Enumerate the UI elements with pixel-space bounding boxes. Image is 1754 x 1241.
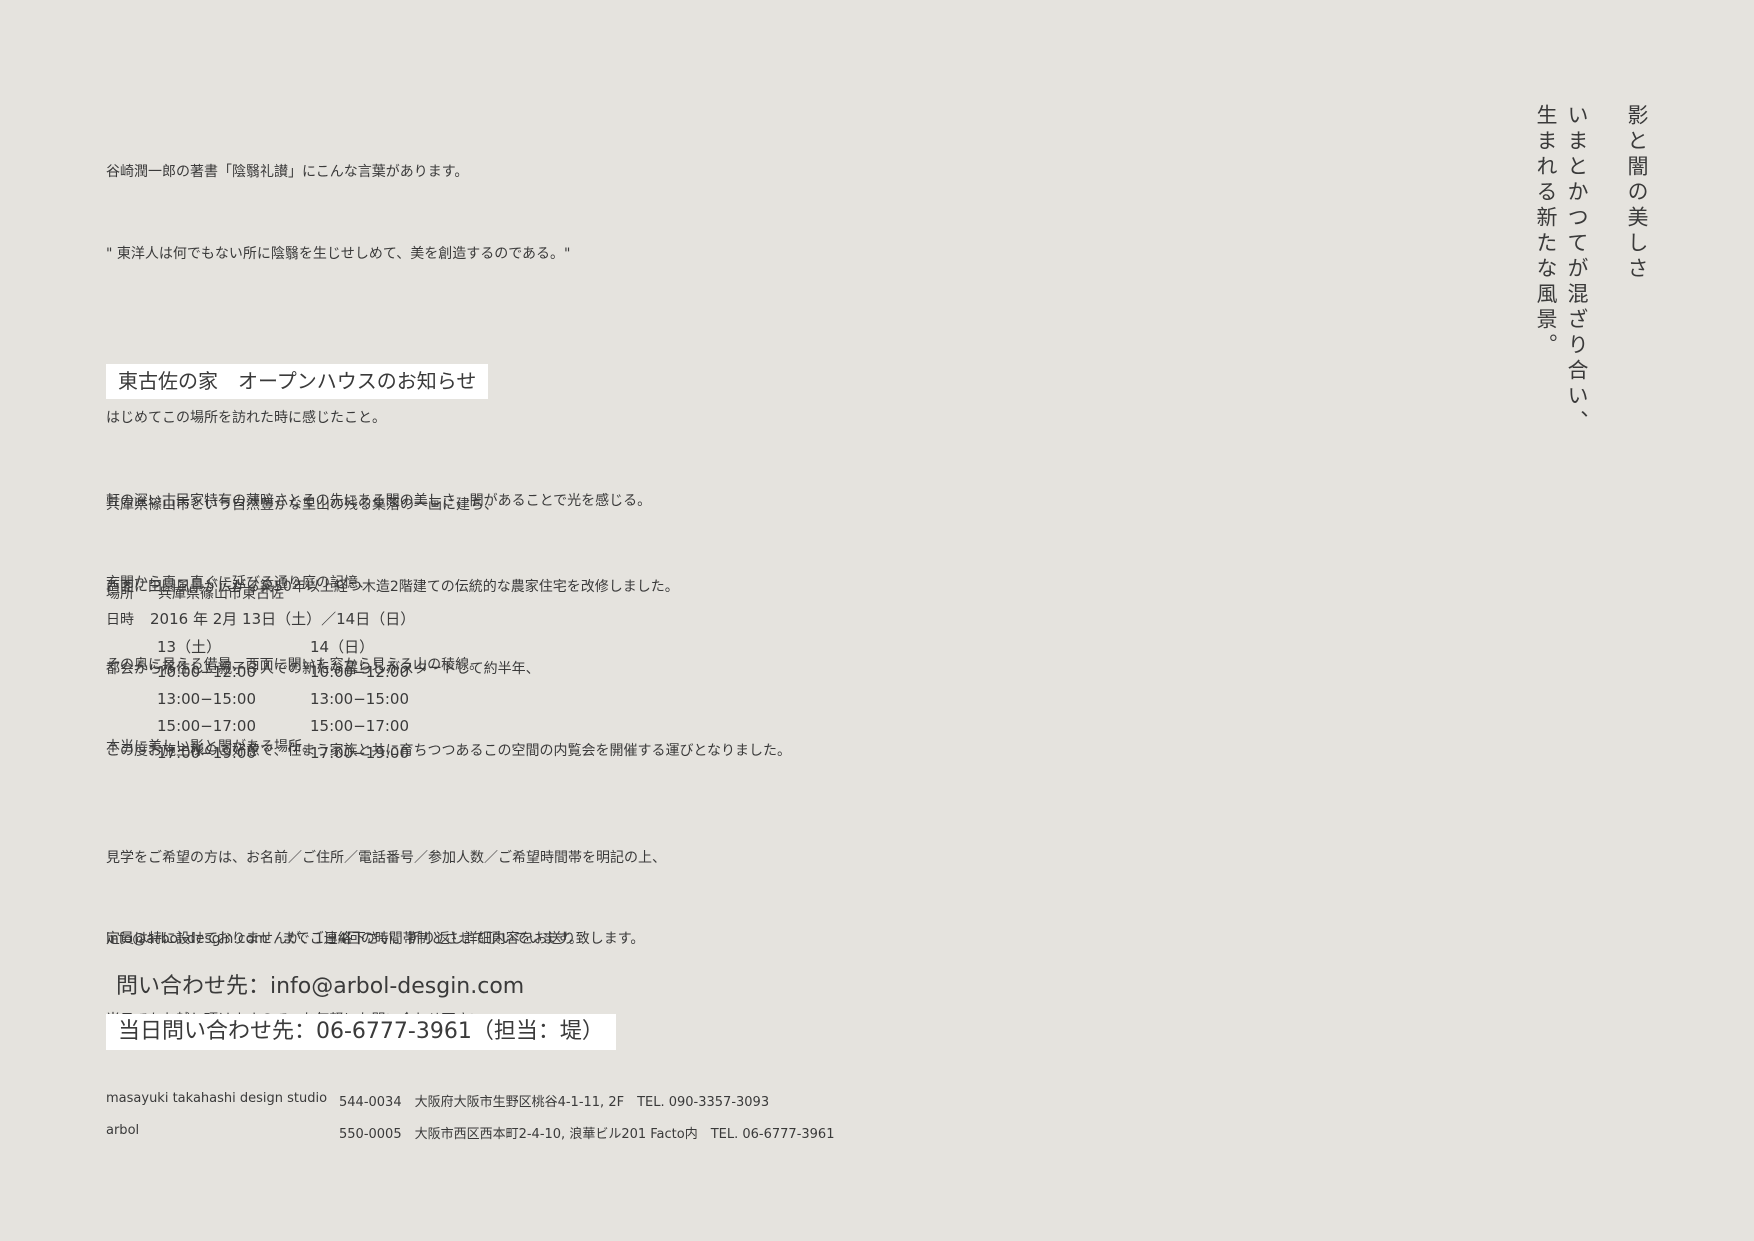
day2-slot: 13:00−15:00: [310, 690, 410, 708]
place-value: 兵庫県篠山市東古佐: [158, 586, 284, 602]
day1-slot: 13:00−15:00: [157, 690, 257, 708]
day1-slot: 10:00−12:00: [157, 663, 257, 681]
intro-line: はじめてこの場所を訪れた時に感じたこと。: [106, 410, 386, 427]
contact-phone: 当日問い合わせ先：06-6777-3961（担当：堤）: [106, 1014, 616, 1050]
footer-studio2-address: 550-0005 大阪市西区西本町2-4-10, 浪華ビル201 Facto内 …: [339, 1127, 835, 1142]
intro-line: [106, 323, 651, 350]
vertical-line2: 生まれる新たな風景。: [1534, 104, 1558, 359]
footer-studio1-address: 544-0034 大阪府大阪市生野区桃谷4-1-11, 2F TEL. 090-…: [339, 1095, 770, 1110]
intro-line: 谷崎潤一郎の著書「陰翳礼讃」にこんな言葉があります。: [106, 163, 469, 180]
place-label: 場所: [106, 586, 134, 602]
day2-slot: 10:00−12:00: [310, 663, 410, 681]
footer-studio1-name: masayuki takahashi design studio: [106, 1091, 328, 1106]
date-value: 2016 年 2月 13日（土）／14日（日）: [150, 610, 416, 628]
day1-header: 13（土）: [157, 638, 222, 656]
intro-line: " 東洋人は何でもない所に陰翳を生じせしめて、美を創造するのである。": [106, 246, 571, 263]
contact-email: 問い合わせ先：info@arbol-desgin.com: [116, 974, 525, 999]
day2-header: 14（日）: [310, 638, 375, 656]
openhouse-heading: 東古佐の家 オープンハウスのお知らせ: [106, 364, 489, 399]
day1-slot: 17:00−19:00: [157, 744, 257, 762]
footer-studio2-name: arbol: [106, 1123, 140, 1138]
date-label: 日時: [106, 612, 134, 628]
vertical-title: 影と闇の美しさ: [1625, 104, 1649, 283]
day2-slot: 17:00−19:00: [310, 744, 410, 762]
description-line: 兵庫県篠山市という自然豊かな里山の残る集落の一画に建ち、: [106, 496, 498, 513]
day1-slot: 15:00−17:00: [157, 717, 257, 735]
vertical-line1: いまとかつてが混ざり合い、: [1565, 104, 1589, 436]
capacity-line: 定員は特に設けておりませんが、1日4回の時間帯制とさせて頂いています。: [106, 931, 583, 947]
apply-line: 見学をご希望の方は、お名前／ご住所／電話番号／参加人数／ご希望時間帯を明記の上、: [106, 850, 666, 866]
page: { "intro": { "lines": [ "谷崎潤一郎の著書「陰翳礼讃」に…: [0, 0, 1754, 1241]
day2-slot: 15:00−17:00: [310, 717, 410, 735]
